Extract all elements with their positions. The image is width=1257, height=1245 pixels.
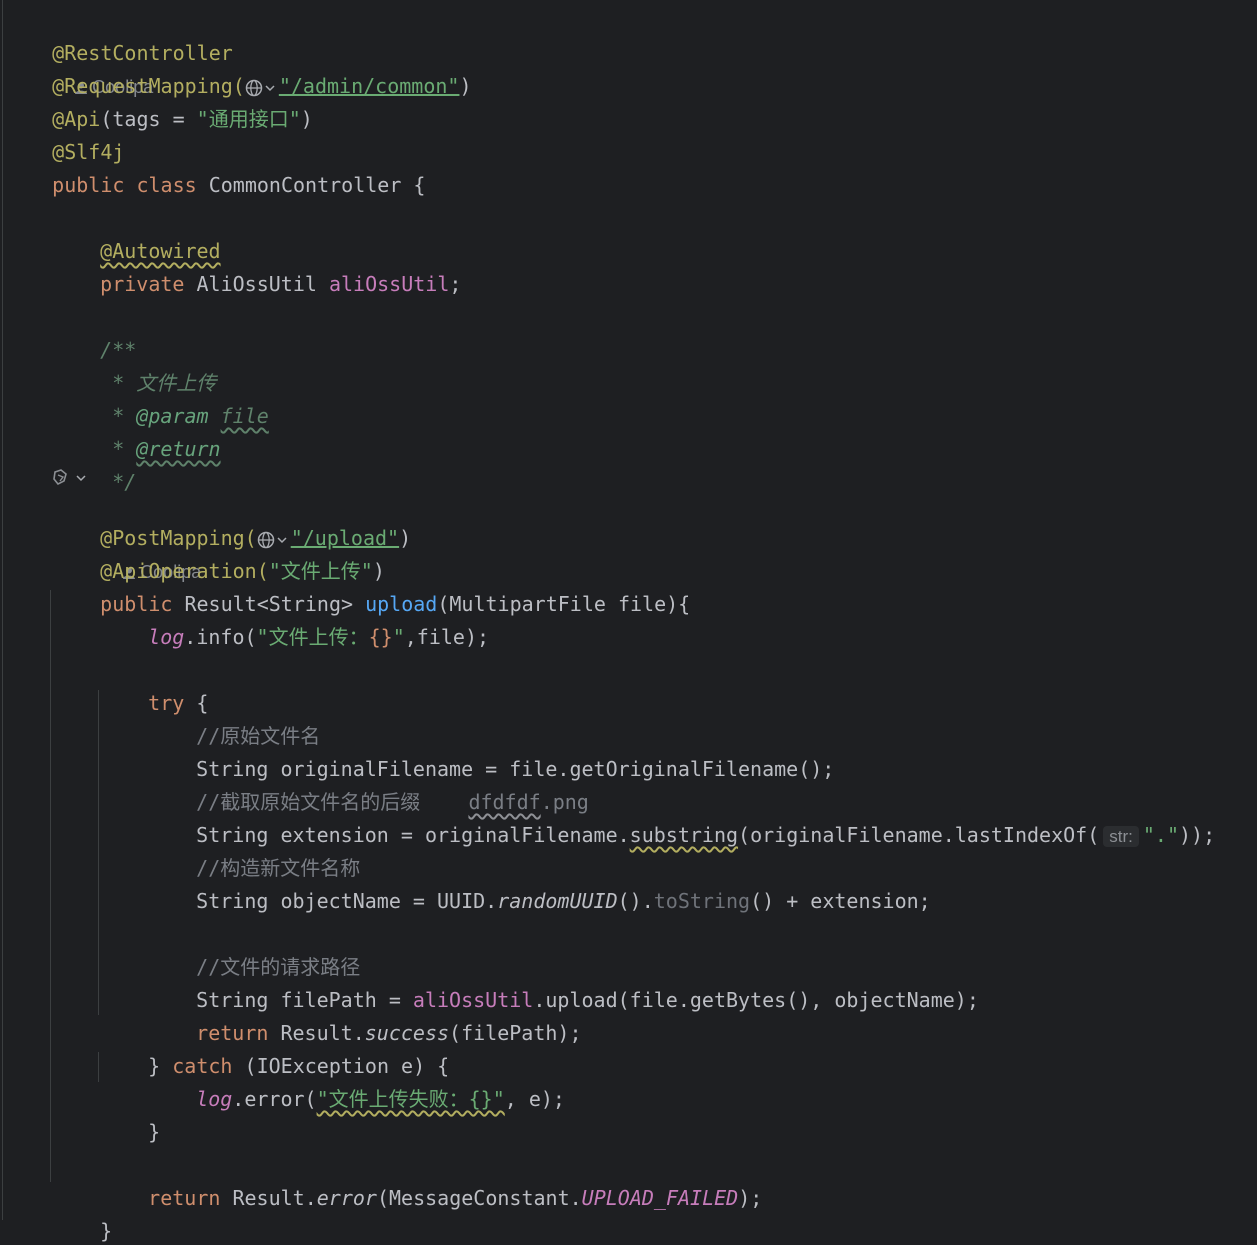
code-line[interactable]: return Result.error(MessageConstant.UPLO… [100,1149,762,1210]
code-line[interactable]: log.info("文件上传：{}",file); [100,588,489,649]
code-line[interactable]: @ApiOperation("文件上传") [52,522,385,583]
code-line[interactable]: * 文件上传 [52,334,216,395]
code-line[interactable]: * @return [52,400,220,461]
class-modifiers: public class [52,173,197,197]
ai-generate-icon[interactable] [52,468,92,488]
indent-guide [50,590,51,1182]
code-line[interactable]: * @param file [52,367,269,428]
code-line[interactable]: /** [52,301,136,362]
api-tags-value: "通用接口" [196,107,301,131]
parameter-inlay-hint: str: [1103,826,1139,847]
code-line[interactable]: } catch (IOException e) { [100,1017,449,1078]
javadoc-return-tag: @return [136,437,221,461]
code-line[interactable]: */ [52,433,136,494]
code-line[interactable]: //原始文件名 [148,687,320,748]
field-name: aliOssUtil [328,272,450,296]
indent-guide [2,0,3,1220]
code-editor[interactable]: @RestController Coolipa @RequestMapping(… [0,0,1257,1245]
code-line[interactable]: @RestController Coolipa [4,4,233,97]
code-line[interactable]: log.error("文件上传失败：{}", e); [148,1050,565,1111]
code-line[interactable]: String filePath = aliOssUtil.upload(file… [148,951,979,1012]
class-name: CommonController { [196,173,426,197]
code-line[interactable]: @Slf4j [4,103,124,164]
code-line[interactable]: @Autowired [52,202,220,263]
code-line[interactable]: private AliOssUtil aliOssUtil; [52,235,461,296]
code-line[interactable]: @RequestMapping("/admin/common") [4,37,471,98]
indent-guide [98,690,99,1015]
code-line[interactable]: } [100,1083,160,1144]
code-line[interactable]: return Result.success(filePath); [148,984,581,1045]
code-line[interactable]: try { [100,654,208,715]
code-line[interactable]: @Api(tags = "通用接口") [4,70,313,131]
code-line[interactable]: //截取原始文件名的后缀 dfdfdf.png [148,753,589,814]
code-line[interactable]: //构造新文件名称 [148,819,360,880]
code-line[interactable]: } [52,1182,112,1243]
code-line[interactable]: @PostMapping("/upload") Coolipa [52,489,411,582]
code-line[interactable]: String extension = originalFilename.subs… [148,786,1215,847]
code-line[interactable]: } [4,1214,64,1245]
javadoc-param-name: file [220,404,269,428]
code-line[interactable]: String objectName = UUID.randomUUID().to… [148,852,931,913]
code-line[interactable]: //文件的请求路径 [148,918,360,979]
code-line[interactable]: String originalFilename = file.getOrigin… [148,720,834,781]
code-line[interactable]: public Result<String> upload(MultipartFi… [52,555,690,616]
indent-guide [98,1052,99,1082]
code-line[interactable]: public class CommonController { [4,136,425,197]
